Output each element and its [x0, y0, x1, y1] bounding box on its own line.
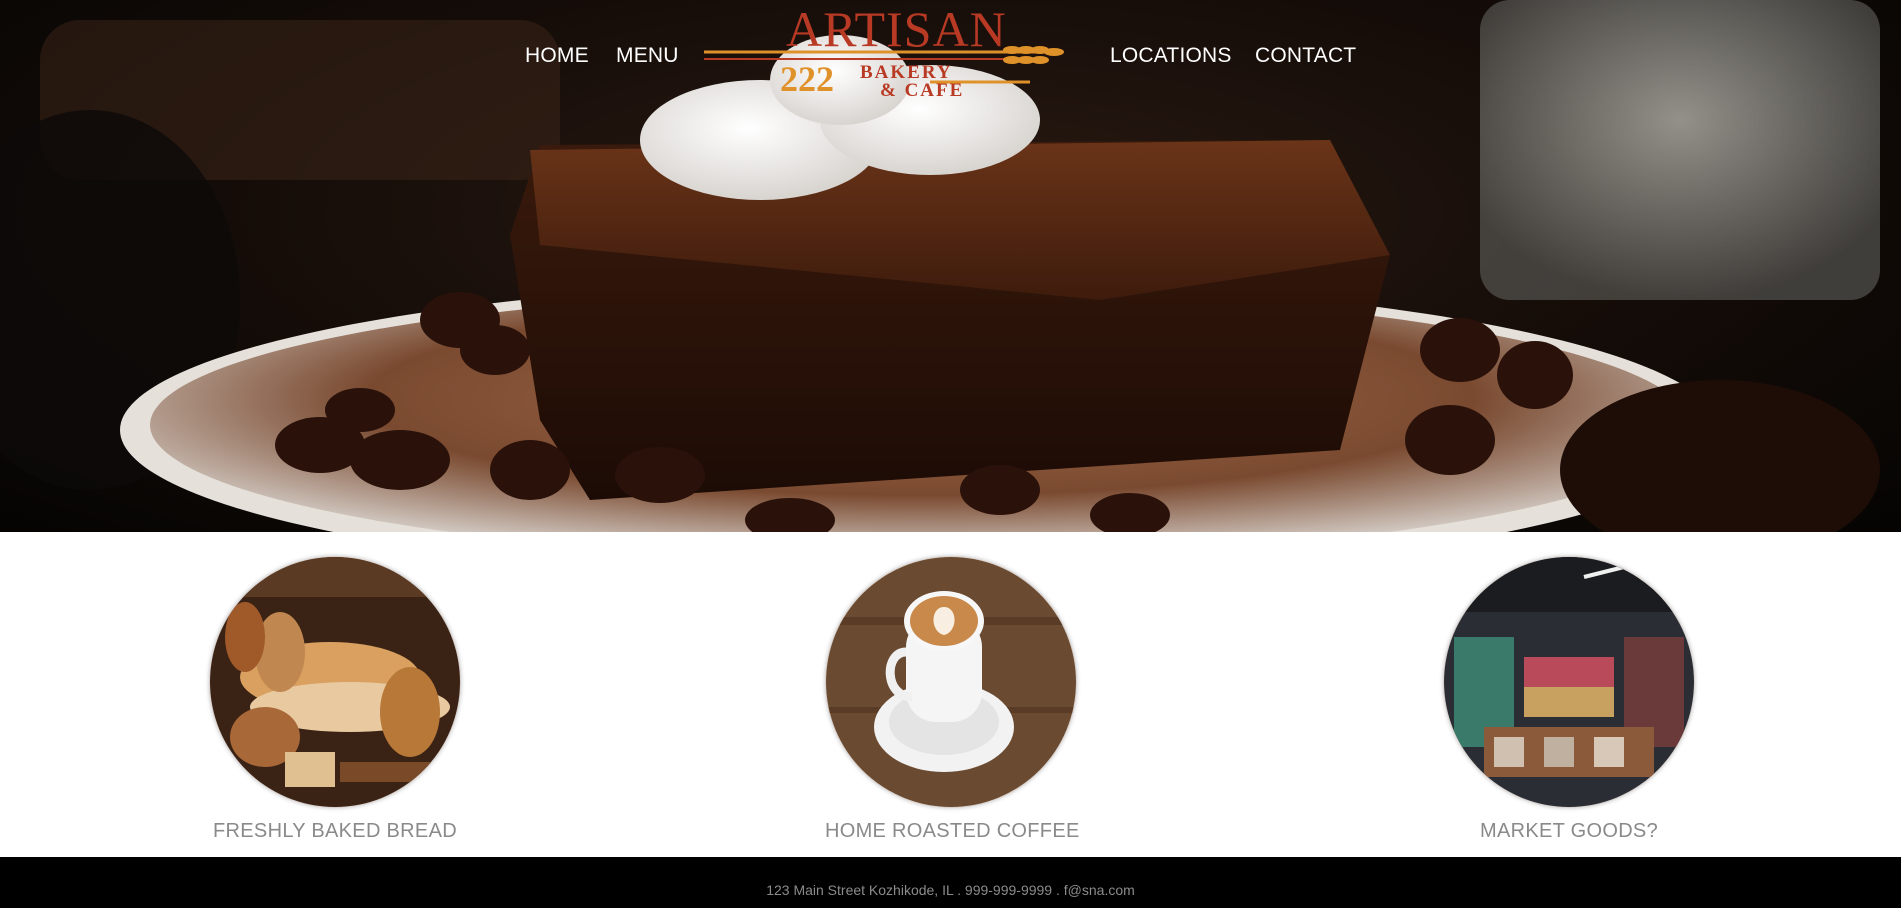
feature-section: FRESHLY BAKED BREAD HOME ROASTED COFFEE	[0, 532, 1901, 857]
hero-banner: HOME MENU ARTISAN 222 BAKERY & CAFE LOCA…	[0, 0, 1901, 532]
logo-title: ARTISAN	[786, 1, 1007, 57]
nav-locations-link[interactable]: LOCATIONS	[1110, 44, 1232, 68]
feature-market[interactable]: MARKET GOODS?	[1443, 556, 1695, 843]
nav-menu-link[interactable]: MENU	[616, 44, 679, 68]
nav-home-link[interactable]: HOME	[525, 44, 589, 68]
logo-subtitle-cafe: & CAFE	[880, 80, 965, 101]
bread-image[interactable]	[209, 556, 461, 808]
brand-logo[interactable]: ARTISAN 222 BAKERY & CAFE	[700, 2, 1082, 110]
feature-coffee[interactable]: HOME ROASTED COFFEE	[825, 556, 1080, 843]
main-nav: HOME MENU ARTISAN 222 BAKERY & CAFE LOCA…	[0, 0, 1901, 112]
coffee-image[interactable]	[825, 556, 1077, 808]
site-footer: 123 Main Street Kozhikode, IL . 999-999-…	[0, 857, 1901, 908]
feature-coffee-caption: HOME ROASTED COFFEE	[825, 820, 1080, 842]
feature-market-caption: MARKET GOODS?	[1479, 820, 1658, 842]
market-image[interactable]	[1443, 556, 1695, 808]
feature-bread[interactable]: FRESHLY BAKED BREAD	[209, 556, 461, 843]
logo-number: 222	[780, 59, 834, 99]
feature-bread-caption: FRESHLY BAKED BREAD	[213, 820, 457, 842]
footer-address: 123 Main Street Kozhikode, IL . 999-999-…	[766, 882, 1135, 898]
nav-contact-link[interactable]: CONTACT	[1255, 44, 1356, 68]
